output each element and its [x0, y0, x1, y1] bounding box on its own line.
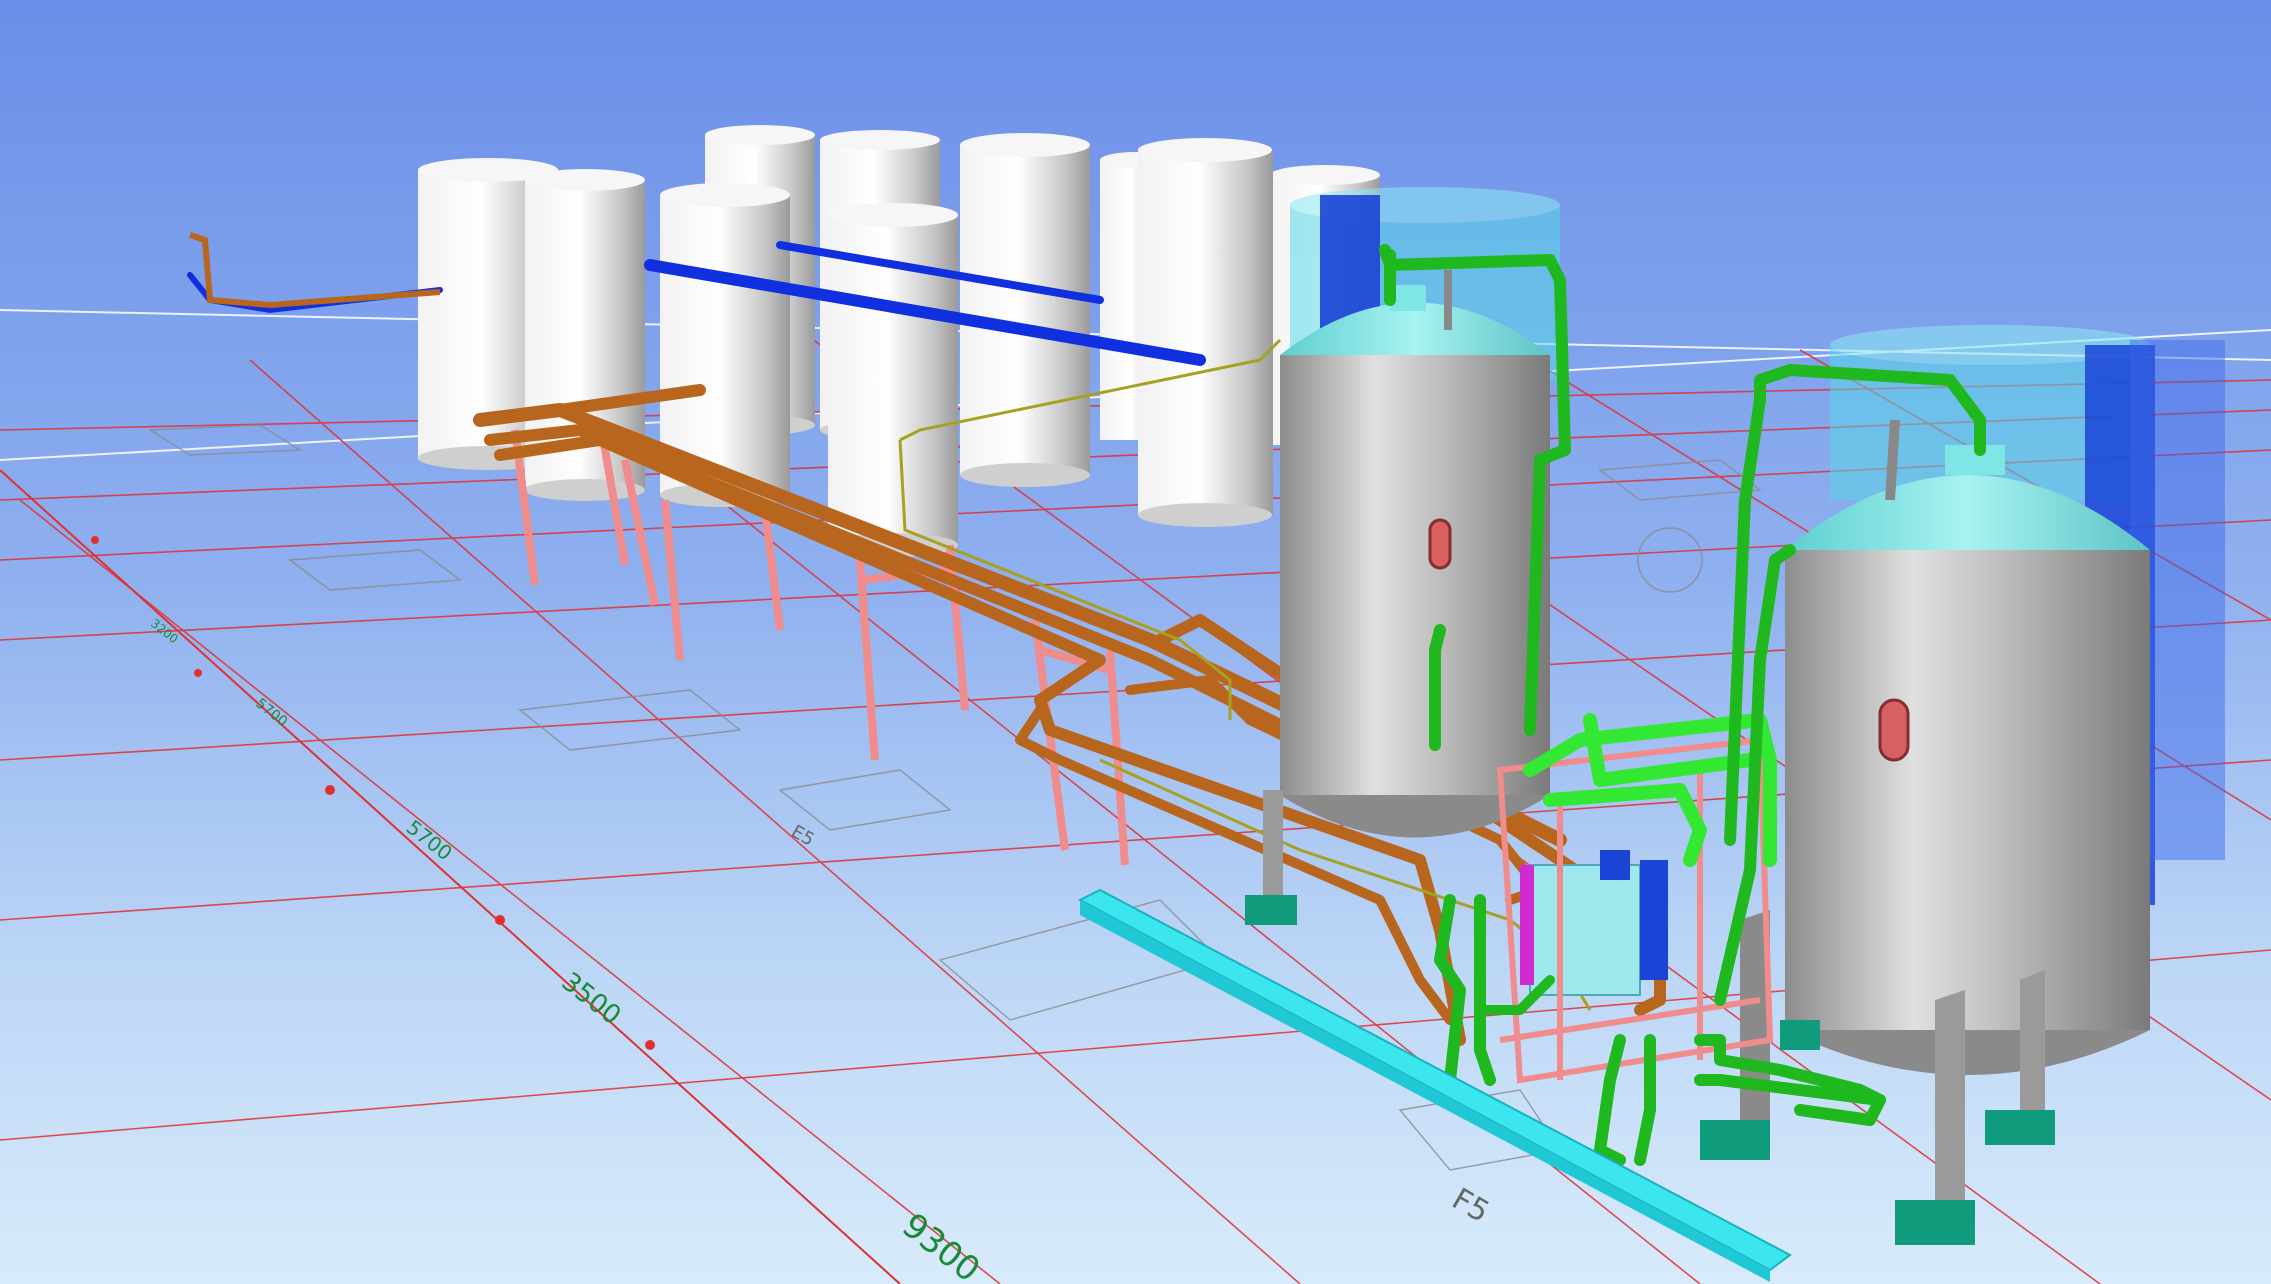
cyan-base-slab: [1077, 888, 1792, 1272]
3d-viewport[interactable]: 3500 9300 5700 5700 3200 F5 E5: [0, 0, 2271, 1284]
sight-glass: [1878, 698, 1910, 762]
grid-label-e5: E5: [788, 821, 818, 851]
copper-pipe-far[interactable]: [189, 232, 441, 309]
silo[interactable]: [1138, 138, 1273, 527]
sight-glass: [1428, 518, 1452, 570]
dimension-line: [0, 469, 901, 1284]
pressure-vessel-right[interactable]: [1785, 419, 2150, 1075]
silo[interactable]: [960, 133, 1090, 487]
foot-pad: [1245, 895, 1297, 925]
silo-group[interactable]: [418, 125, 1380, 557]
dimension-label-9300: 9300: [894, 1206, 987, 1284]
grid-label-f5: F5: [1446, 1182, 1495, 1230]
